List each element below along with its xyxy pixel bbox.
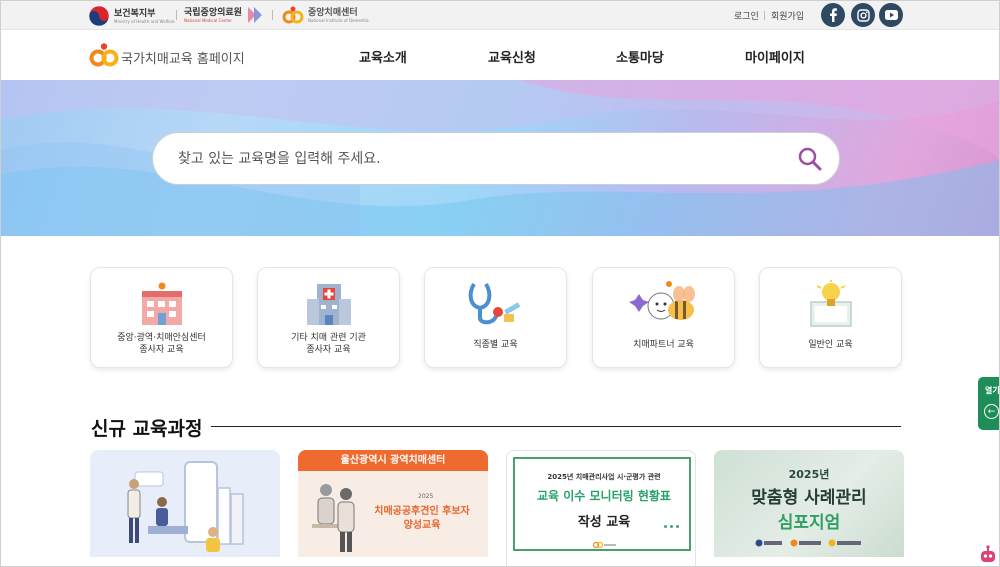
search-input[interactable] xyxy=(178,148,758,170)
search-button[interactable] xyxy=(795,144,825,174)
course-year: 2025 xyxy=(418,493,434,500)
nid-logo-icon xyxy=(282,6,304,24)
category-label: 일반인 교육 xyxy=(808,340,853,350)
site-title[interactable]: 국가치매교육 홈페이지 xyxy=(121,48,245,67)
robot-icon xyxy=(981,545,995,562)
course-card[interactable]: 2025년 맞춤형 사례관리 심포지엄 xyxy=(714,450,904,567)
org-logo-nmc[interactable]: 국립중앙의료원 National Medical Center xyxy=(184,5,264,25)
site-logo-icon[interactable] xyxy=(89,42,119,68)
stethoscope-icon xyxy=(468,282,520,325)
org2-name: 국립중앙의료원 xyxy=(184,7,242,18)
course-title-line2: 심포지엄 xyxy=(777,513,841,533)
course-title-line2: 교육 이수 모니터링 현황표 xyxy=(537,489,671,503)
divider xyxy=(272,10,273,20)
divider xyxy=(176,10,177,20)
course-header: 울산광역시 광역치매센터 xyxy=(298,450,488,471)
course-card[interactable] xyxy=(90,450,280,567)
partner-logos xyxy=(755,539,861,547)
youtube-icon[interactable] xyxy=(879,3,903,27)
course-title-line2: 양성교육 xyxy=(403,520,441,531)
course-thumbnail: 2025년 치매관리사업 시·군평가 관련 교육 이수 모니터링 현황표 작성 … xyxy=(513,457,691,551)
nid-logo-icon xyxy=(593,541,616,549)
search-box[interactable] xyxy=(152,132,840,185)
side-panel-toggle[interactable]: 열기 ← xyxy=(978,377,1000,430)
category-label: 기타 치매 관련 기관 종사자 교육 xyxy=(291,333,366,355)
nav-item-mypage[interactable]: 마이페이지 xyxy=(745,47,805,66)
side-tab-label: 열기 xyxy=(985,386,1000,395)
course-year: 2025년 xyxy=(788,468,830,481)
nmc-emblem-icon xyxy=(247,7,262,23)
section-title-new-courses: 신규 교육과정 xyxy=(91,418,203,440)
org1-name: 보건복지부 xyxy=(114,8,156,19)
category-label: 중앙·광역·치매안심센터 종사자 교육 xyxy=(117,333,206,355)
course-card[interactable]: 울산광역시 광역치매센터 2025 치매공공후견인 후보자 양성교육 xyxy=(298,450,488,567)
category-card-partner[interactable]: 치매파트너 교육 xyxy=(592,267,735,368)
caregivers-illustration xyxy=(312,484,355,552)
category-card-general[interactable]: 일반인 교육 xyxy=(759,267,902,368)
nav-item-apply[interactable]: 교육신청 xyxy=(488,47,536,66)
facebook-icon[interactable] xyxy=(821,3,845,27)
category-label: 치매파트너 교육 xyxy=(633,340,694,350)
category-card-center-staff[interactable]: 중앙·광역·치매안심센터 종사자 교육 xyxy=(90,267,233,368)
org1-sub: Ministry of Health and Welfare xyxy=(114,18,175,24)
card-footer xyxy=(90,557,280,567)
course-illustration xyxy=(127,461,244,552)
login-link[interactable]: 로그인 xyxy=(734,9,759,22)
taegeuk-icon xyxy=(88,5,110,27)
nav-item-community[interactable]: 소통마당 xyxy=(616,47,664,66)
partner-bee-icon xyxy=(628,281,695,320)
utility-bar: 보건복지부 Ministry of Health and Welfare 국립중… xyxy=(0,0,1000,30)
course-title-line1: 치매공공후견인 후보자 xyxy=(374,506,470,517)
category-card-other-staff[interactable]: 기타 치매 관련 기관 종사자 교육 xyxy=(257,267,400,368)
card-footer xyxy=(298,557,488,567)
org-logo-mohw[interactable]: 보건복지부 Ministry of Health and Welfare xyxy=(88,5,175,27)
category-card-by-profession[interactable]: 직종별 교육 xyxy=(424,267,567,368)
divider xyxy=(764,11,765,20)
category-label: 직종별 교육 xyxy=(473,340,518,350)
main-header: 국가치매교육 홈페이지 교육소개 교육신청 소통마당 마이페이지 xyxy=(0,30,1000,80)
section-divider xyxy=(211,426,901,427)
building-icon xyxy=(141,282,182,325)
chatbot-button[interactable] xyxy=(978,545,998,565)
org-logo-nid[interactable]: 중앙치매센터 National Institute of Dementia xyxy=(282,5,369,25)
hospital-icon xyxy=(306,284,351,325)
search-icon xyxy=(798,147,822,171)
signup-link[interactable]: 회원가입 xyxy=(771,9,804,22)
org3-name: 중앙치매센터 xyxy=(308,7,358,18)
card-footer xyxy=(714,557,904,567)
arrow-left-icon: ← xyxy=(984,404,999,419)
nav-item-intro[interactable]: 교육소개 xyxy=(359,47,407,66)
course-card[interactable]: 2025년 치매관리사업 시·군평가 관련 교육 이수 모니터링 현황표 작성 … xyxy=(506,450,696,567)
course-title-line1: 2025년 치매관리사업 시·군평가 관련 xyxy=(547,473,661,481)
org3-sub: National Institute of Dementia xyxy=(308,17,369,23)
decorative-dots xyxy=(664,525,679,528)
course-title-line1: 맞춤형 사례관리 xyxy=(751,488,867,508)
instagram-icon[interactable] xyxy=(851,3,875,27)
org2-sub: National Medical Center xyxy=(184,17,232,23)
hero-banner xyxy=(0,80,1000,236)
lightbulb-icon xyxy=(809,280,852,327)
